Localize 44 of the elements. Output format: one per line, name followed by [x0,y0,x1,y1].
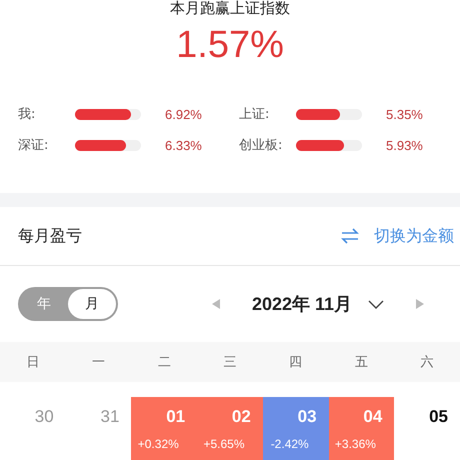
weekday-label: 六 [420,354,435,371]
weekday-label: 三 [222,354,238,371]
day-change: -2.42% [270,437,309,451]
day-number: 02 [232,407,251,427]
stat-label: 创业板: [239,137,284,154]
day-number: 04 [363,407,382,427]
weekday-label: 二 [156,354,172,371]
next-icon[interactable] [416,299,424,309]
day-change: +5.65% [203,437,245,451]
chevron-down-icon[interactable] [368,300,384,308]
section-title: 每月盈亏 [18,226,82,246]
day-number: 05 [429,407,448,427]
summary-value: 1.57% [176,24,284,67]
day-number: 03 [298,407,317,427]
stat-value: 5.93% [386,138,423,152]
day-slot[interactable]: 05 [394,397,460,460]
swap-icon[interactable] [340,228,360,244]
day-number: 30 [34,407,54,427]
stat-label: 上证: [239,106,270,123]
stat-value: 6.33% [165,138,202,152]
switch-link[interactable]: 切换为金额 [374,226,454,246]
day-number: 31 [100,407,120,427]
stat-value: 6.92% [165,106,202,122]
weekday-label: 四 [288,354,304,371]
weekday-label: 一 [91,354,106,371]
weekday-label: 五 [354,354,369,371]
previous-icon[interactable] [212,299,220,309]
day-slot[interactable]: 31 [66,397,132,460]
month-label[interactable]: 2022年 11月 [252,292,352,316]
day-cell[interactable]: 03 -2.42% [262,397,329,460]
day-change: +0.32% [138,437,179,451]
day-change: +3.36% [334,437,376,451]
mode-tab[interactable]: 年 [20,289,68,319]
day-cell[interactable]: 01 +0.32% [131,397,198,460]
weekday-label: 日 [25,354,40,371]
day-cell[interactable]: 04 +3.36% [328,397,394,460]
summary-title: 本月跑赢上证指数 [170,0,290,16]
stat-label: 深证: [18,137,50,154]
day-cell[interactable]: 02 +5.65% [197,397,263,460]
day-number: 01 [166,407,186,427]
mode-tab[interactable]: 月 [68,289,116,319]
day-slot[interactable]: 30 [0,397,66,460]
stat-value: 5.35% [386,106,423,122]
stat-label: 我: [18,106,36,123]
